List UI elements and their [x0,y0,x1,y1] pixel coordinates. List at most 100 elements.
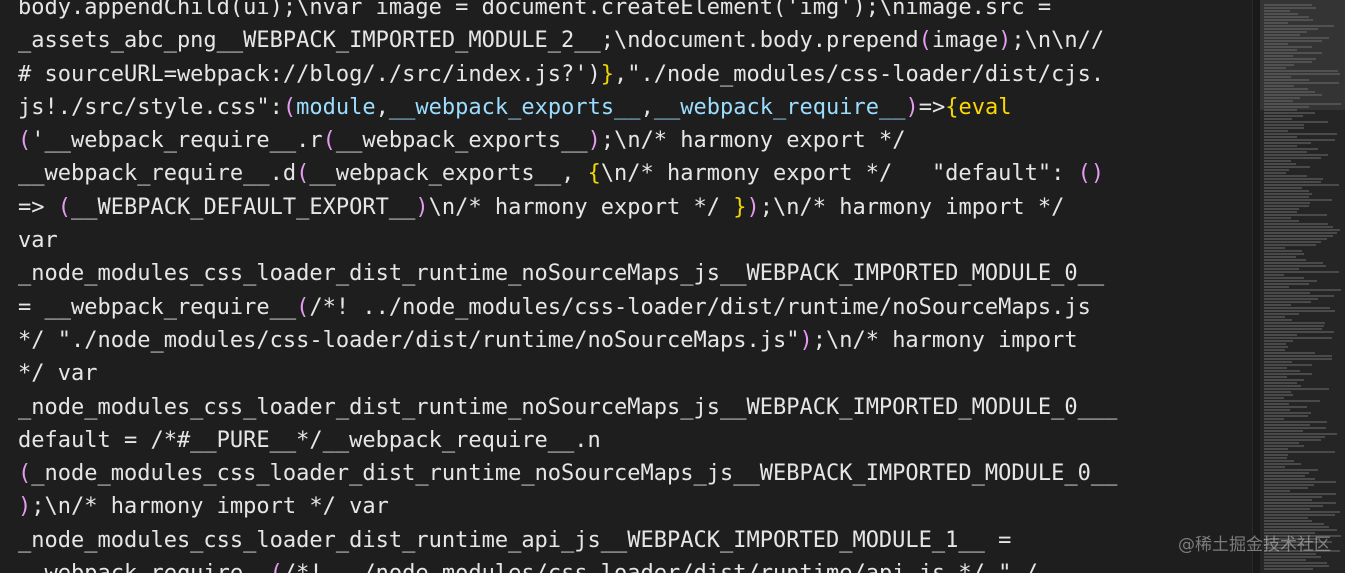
code-token: _node_modules_css_loader_dist_runtime_no… [18,261,1105,287]
minimap-row [1264,73,1340,75]
code-line[interactable]: );\n/* harmony import */ var [18,490,1117,523]
minimap-row [1264,142,1311,144]
minimap-row [1264,445,1304,447]
minimap-row [1264,166,1310,168]
minimap-row [1264,472,1309,474]
minimap-row [1264,118,1292,120]
minimap-row [1264,499,1312,501]
code-line[interactable]: _node_modules_css_loader_dist_runtime_ap… [18,524,1117,557]
minimap-row [1264,211,1297,213]
minimap-row [1264,130,1288,132]
minimap-row [1264,19,1313,21]
code-line[interactable]: __webpack_require__.d(__webpack_exports_… [18,157,1117,190]
minimap-row [1264,52,1322,54]
minimap-row [1264,193,1312,195]
code-token: ( [296,161,310,187]
code-token: var [18,228,58,254]
code-token: ) [746,194,760,220]
minimap-row [1264,58,1316,60]
minimap-row [1264,292,1310,294]
minimap-row [1264,505,1323,507]
code-line[interactable]: var [18,224,1117,257]
minimap-row [1264,223,1328,225]
minimap-row [1264,403,1289,405]
code-token: ;\n/* harmony import [812,327,1078,353]
minimap-row [1264,100,1293,102]
minimap-row [1264,334,1297,336]
code-token: body.appendChild(ui);\nvar image = docum… [18,0,1052,20]
code-token: __webpack_require__.d [18,161,297,187]
code-token: */ var [18,361,98,387]
code-line[interactable]: # sourceURL=webpack://blog/./src/index.j… [18,58,1117,91]
minimap-row [1264,181,1321,183]
minimap-row [1264,316,1285,318]
code-token: ( [296,294,310,320]
watermark: @稀土掘金技术社区 [1178,535,1331,555]
code-line[interactable]: (_node_modules_css_loader_dist_runtime_n… [18,457,1117,490]
minimap-row [1264,97,1300,99]
minimap-row [1264,127,1304,129]
minimap-row [1264,157,1321,159]
minimap-row [1264,301,1311,303]
code-token: ( [322,128,336,154]
code-line[interactable]: _node_modules_css_loader_dist_runtime_no… [18,391,1117,424]
minimap-row [1264,277,1304,279]
minimap-row [1264,331,1334,333]
code-line[interactable]: = __webpack_require__(/*! ../node_module… [18,291,1117,324]
minimap-row [1264,169,1289,171]
code-token: ;\n/* harmony export */ [600,128,906,154]
code-line[interactable]: ('__webpack_require__.r(__webpack_export… [18,124,1117,157]
minimap-row [1264,10,1290,12]
minimap-row [1264,235,1333,237]
minimap-row [1264,70,1338,72]
minimap-row [1264,49,1297,51]
code-token: ( [918,28,932,54]
code-token: ;\n/* harmony import */ var [31,494,389,520]
minimap-row [1264,424,1310,426]
minimap-row [1264,64,1294,66]
minimap-row [1264,175,1307,177]
minimap-row [1264,391,1291,393]
minimap-row [1264,121,1328,123]
code-line[interactable]: body.appendChild(ui);\nvar image = docum… [18,0,1117,24]
minimap-row [1264,466,1285,468]
minimap-row [1264,220,1299,222]
minimap-row [1264,139,1335,141]
minimap-row [1264,370,1300,372]
minimap-row [1264,313,1299,315]
minimap-row [1264,187,1302,189]
minimap-row [1264,115,1303,117]
code-line[interactable]: js!./src/style.css":(module,__webpack_ex… [18,91,1117,124]
minimap[interactable] [1260,0,1345,573]
minimap-row [1264,214,1327,216]
minimap-row [1264,7,1316,9]
code-token: /*! ../node_modules/css-loader/dist/runt… [283,561,1038,573]
minimap-row [1264,61,1312,63]
code-line[interactable]: __webpack_require__(/*! ../node_modules/… [18,557,1117,573]
code-token: { [945,94,959,120]
minimap-row [1264,190,1309,192]
minimap-row [1264,460,1294,462]
code-editor[interactable]: body.appendChild(ui);\nvar image = docum… [0,0,1252,573]
code-line[interactable]: */ "./node_modules/css-loader/dist/runti… [18,324,1117,357]
code-content[interactable]: body.appendChild(ui);\nvar image = docum… [18,0,1117,573]
minimap-row [1264,208,1299,210]
minimap-row [1264,244,1316,246]
minimap-row [1264,274,1284,276]
code-token: ;\n/* harmony import */ [759,194,1065,220]
minimap-row [1264,178,1323,180]
code-token: ( [18,461,32,487]
code-line[interactable]: => (__WEBPACK_DEFAULT_EXPORT__)\n/* harm… [18,191,1117,224]
code-token: , [375,94,389,120]
minimap-row [1264,454,1288,456]
code-line[interactable]: _node_modules_css_loader_dist_runtime_no… [18,257,1117,290]
minimap-row [1264,448,1288,450]
code-line[interactable]: default = /*#__PURE__*/__webpack_require… [18,424,1117,457]
minimap-row [1264,379,1304,381]
minimap-row [1264,34,1300,36]
minimap-row [1264,304,1291,306]
code-token: __WEBPACK_DEFAULT_EXPORT__ [71,194,416,220]
minimap-row [1264,409,1290,411]
code-line[interactable]: _assets_abc_png__WEBPACK_IMPORTED_MODULE… [18,24,1117,57]
code-line[interactable]: */ var [18,357,1117,390]
